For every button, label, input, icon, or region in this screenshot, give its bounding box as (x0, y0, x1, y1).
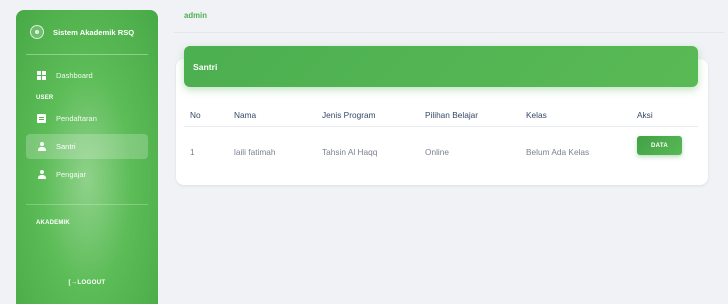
header-row-divider (184, 126, 698, 127)
brand-title: Sistem Akademik RSQ (53, 27, 135, 37)
dashboard-icon (37, 71, 46, 80)
brand[interactable]: Sistem Akademik RSQ (16, 10, 158, 54)
cell-pilihan-belajar: Online (425, 147, 449, 157)
cell-nama: laili fatimah (234, 147, 276, 157)
column-header-aksi: Aksi (637, 110, 653, 120)
section-label-akademik: AKADEMIK (36, 220, 70, 226)
sidebar-item-label: Santri (56, 142, 76, 151)
cell-kelas: Belum Ada Kelas (526, 147, 590, 157)
cell-jenis-program: Tahsin Al Haqq (322, 147, 378, 157)
topbar-divider (174, 32, 724, 33)
data-button[interactable]: DATA (637, 136, 682, 155)
sidebar-item-label: Pengajar (56, 170, 87, 179)
column-header-no: No (190, 110, 201, 120)
column-header-pilihan-belajar: Pilihan Belajar (425, 110, 479, 120)
sidebar-item-label: Dashboard (56, 71, 93, 80)
column-header-kelas: Kelas (526, 110, 547, 120)
user-icon (37, 142, 46, 151)
column-header-nama: Nama (234, 110, 257, 120)
document-icon (37, 114, 46, 123)
sidebar-item-label: Pendaftaran (56, 114, 97, 123)
cell-no: 1 (190, 147, 195, 157)
user-icon (37, 170, 46, 179)
username-link[interactable]: admin (184, 11, 207, 20)
card-title: Santri (184, 46, 698, 87)
column-header-jenis-program: Jenis Program (322, 110, 376, 120)
sidebar: Sistem Akademik RSQ Dashboard USER Penda… (16, 10, 158, 304)
sidebar-item-pendaftaran[interactable]: Pendaftaran (26, 106, 148, 131)
sidebar-item-santri[interactable]: Santri (26, 134, 148, 159)
logo-icon (30, 25, 44, 39)
sidebar-item-dashboard[interactable]: Dashboard (26, 63, 148, 88)
logout-button[interactable]: [→LOGOUT (16, 279, 158, 286)
sidebar-item-pengajar[interactable]: Pengajar (26, 162, 148, 187)
